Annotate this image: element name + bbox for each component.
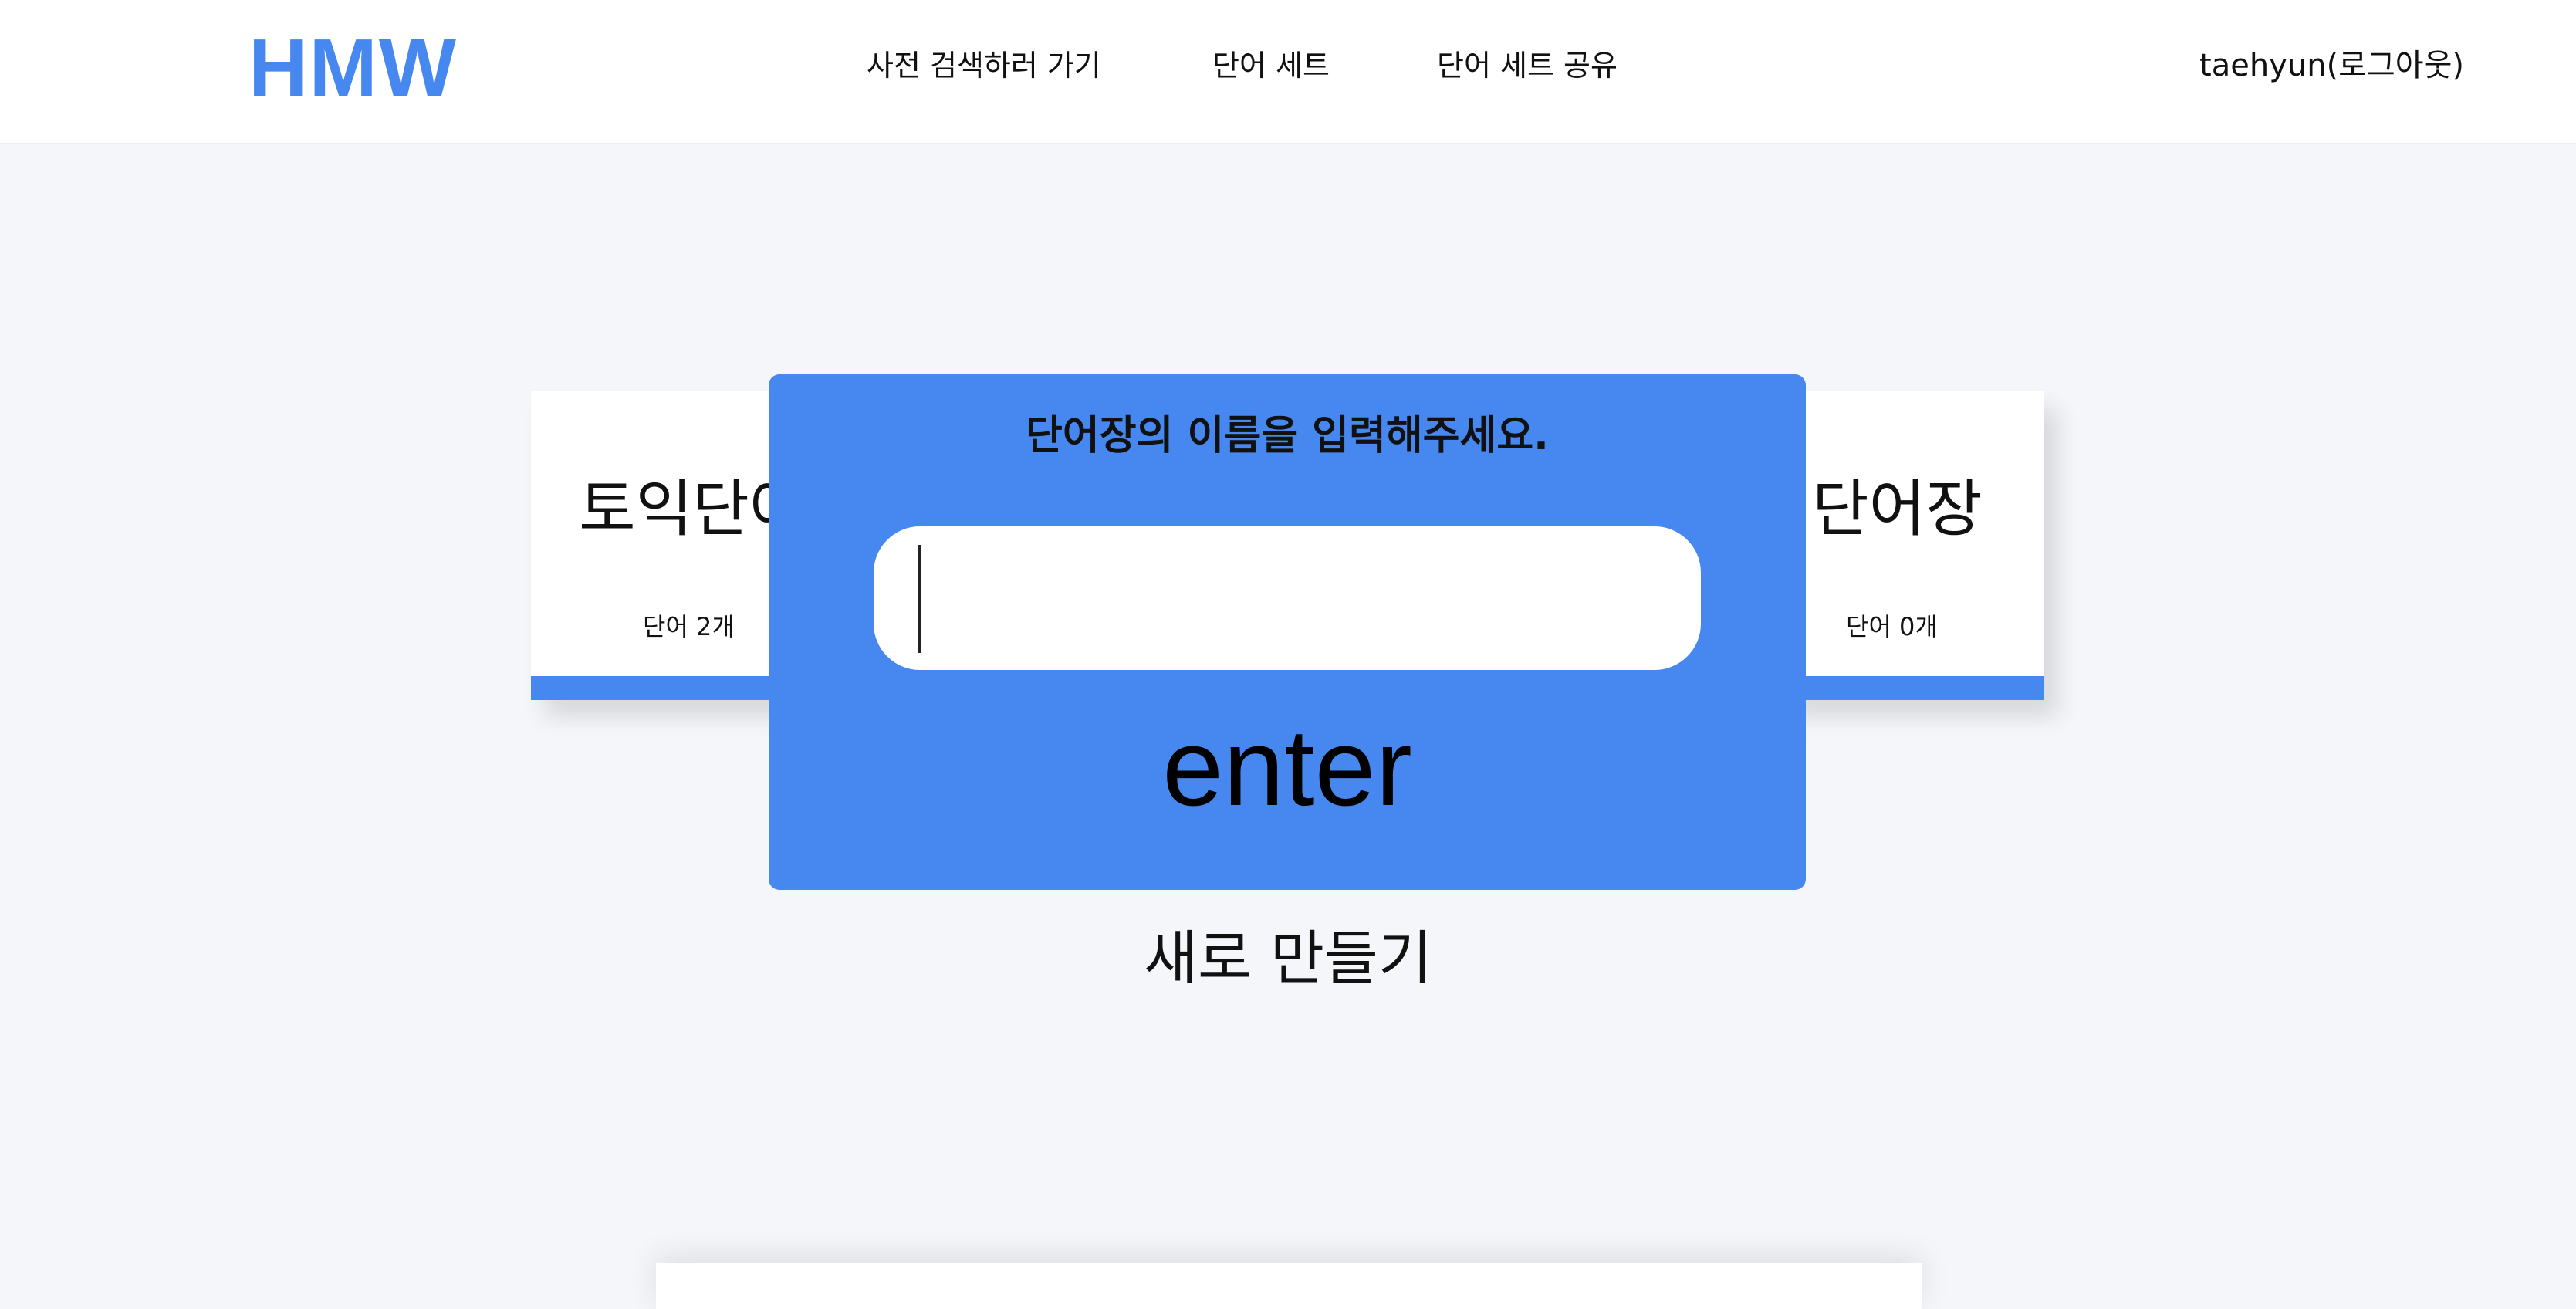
text-caret xyxy=(918,545,921,653)
word-set-count: 단어 2개 xyxy=(643,612,735,641)
card-accent-bar xyxy=(1775,676,2044,700)
user-logout-link[interactable]: taehyun(로그아웃) xyxy=(2199,45,2464,86)
word-set-count: 단어 0개 xyxy=(1846,612,1938,641)
create-new-button[interactable]: 새로 만들기 xyxy=(0,918,2576,999)
word-set-name-input[interactable] xyxy=(874,526,1701,670)
word-set-title: 토익단어장 xyxy=(579,473,786,545)
logo[interactable]: HMW xyxy=(248,22,458,114)
word-set-title: 단어장 xyxy=(1812,473,1983,545)
nav-word-sets[interactable]: 단어 세트 xyxy=(1212,45,1330,86)
word-set-card[interactable]: 토익단어장 xyxy=(531,391,786,700)
create-word-set-modal: 단어장의 이름을 입력해주세요. enter xyxy=(769,374,1806,890)
modal-title: 단어장의 이름을 입력해주세요. xyxy=(1026,413,1549,459)
nav-dictionary-search[interactable]: 사전 검색하러 가기 xyxy=(867,45,1101,86)
word-set-card[interactable]: 단어장 xyxy=(1775,391,2044,700)
card-accent-bar xyxy=(531,676,786,700)
bottom-panel xyxy=(656,1263,1922,1309)
header: HMW 사전 검색하러 가기 단어 세트 단어 세트 공유 taehyun(로그… xyxy=(0,0,2576,144)
nav-share-word-sets[interactable]: 단어 세트 공유 xyxy=(1437,45,1618,86)
enter-button[interactable]: enter xyxy=(769,706,1806,830)
